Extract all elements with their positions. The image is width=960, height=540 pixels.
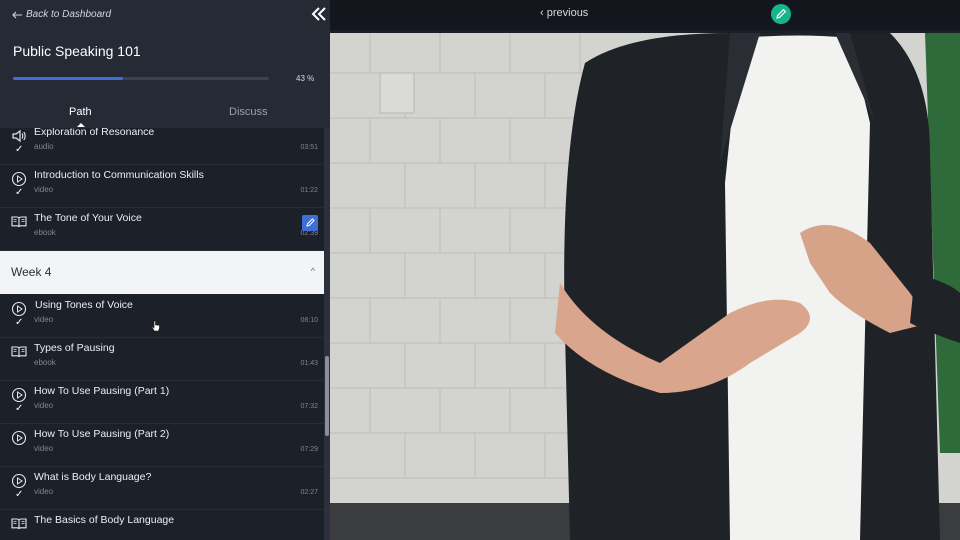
- video-player[interactable]: [330, 33, 960, 540]
- lesson-type: video: [34, 444, 54, 453]
- collapse-caret-icon: ^: [310, 266, 315, 276]
- lesson-duration: 07:32: [300, 403, 318, 410]
- back-label: Back to Dashboard: [26, 9, 112, 20]
- play-icon: [11, 301, 27, 317]
- pencil-icon: [776, 8, 787, 19]
- back-to-dashboard-link[interactable]: Back to Dashboard: [12, 9, 111, 20]
- lesson-item-how-to-use-pausing-part-1[interactable]: ✓ How To Use Pausing (Part 1) video 07:3…: [0, 381, 324, 424]
- book-icon: [11, 346, 27, 358]
- lesson-item-exploration-of-resonance[interactable]: ✓ Exploration of Resonance audio 03:51: [0, 128, 324, 165]
- lesson-duration: 08:10: [300, 317, 318, 324]
- play-icon: [11, 387, 27, 403]
- lesson-title: How To Use Pausing (Part 1): [34, 385, 170, 397]
- lesson-item-using-tones-of-voice[interactable]: ✓ Using Tones of Voice video 08:10: [0, 295, 324, 338]
- double-chevron-left-icon[interactable]: [311, 6, 327, 22]
- arrow-left-icon: [12, 11, 22, 18]
- lesson-title: Exploration of Resonance: [34, 128, 155, 138]
- check-icon: ✓: [15, 144, 24, 155]
- lesson-type: video: [34, 315, 54, 324]
- chevron-left-icon: ‹: [540, 7, 544, 19]
- play-icon: [11, 473, 27, 489]
- lesson-title: How To Use Pausing (Part 2): [34, 428, 170, 440]
- mouse-pointer-icon: [151, 320, 160, 332]
- lesson-title: What is Body Language?: [34, 471, 152, 483]
- video-frame: [330, 33, 960, 540]
- previous-button[interactable]: ‹ previous: [540, 7, 588, 19]
- book-icon: [11, 518, 27, 530]
- scrollbar-thumb[interactable]: [325, 356, 329, 436]
- week-4-header[interactable]: Week 4 ^: [0, 251, 324, 294]
- play-icon: [11, 171, 27, 187]
- player-toolbar: ‹ previous: [330, 0, 960, 30]
- week-label: Week 4: [11, 265, 52, 279]
- check-icon: ✓: [15, 317, 24, 328]
- tab-path[interactable]: Path: [69, 106, 92, 118]
- lesson-type: video: [34, 487, 54, 496]
- lesson-title: The Tone of Your Voice: [34, 212, 142, 224]
- lesson-title: Using Tones of Voice: [35, 299, 133, 311]
- play-icon: [11, 430, 27, 446]
- book-icon: [11, 216, 27, 228]
- lesson-duration: 02:39: [300, 230, 318, 237]
- course-progress-bar: [13, 77, 269, 80]
- check-icon: ✓: [15, 489, 24, 500]
- lesson-item-what-is-body-language[interactable]: ✓ What is Body Language? video 02:27: [0, 467, 324, 510]
- lesson-item-the-tone-of-your-voice[interactable]: The Tone of Your Voice ebook 02:39: [0, 208, 324, 251]
- lesson-type: ebook: [34, 358, 56, 367]
- lesson-type: video: [34, 401, 54, 410]
- lesson-duration: 01:43: [300, 360, 318, 367]
- lesson-type: ebook: [34, 228, 56, 237]
- lesson-duration: 07:29: [300, 446, 318, 453]
- lesson-list: ✓ Exploration of Resonance audio 03:51 ✓…: [0, 128, 324, 540]
- previous-label: previous: [546, 7, 589, 19]
- course-progress-text: 43 %: [296, 74, 315, 83]
- active-tab-indicator: [77, 123, 85, 127]
- course-title: Public Speaking 101: [13, 43, 141, 59]
- sidebar-header: Back to Dashboard Public Speaking 101 43…: [0, 0, 330, 128]
- lesson-type: video: [34, 185, 54, 194]
- lesson-title: Introduction to Communication Skills: [34, 169, 204, 181]
- check-icon: ✓: [15, 187, 24, 198]
- course-sidebar: Back to Dashboard Public Speaking 101 43…: [0, 0, 330, 540]
- tab-discuss[interactable]: Discuss: [229, 106, 268, 118]
- speaker-icon: [12, 129, 26, 143]
- lesson-duration: 01:22: [300, 187, 318, 194]
- edit-notes-button[interactable]: [771, 4, 791, 24]
- lesson-item-the-basics-of-body-language[interactable]: The Basics of Body Language: [0, 510, 324, 540]
- lesson-title: The Basics of Body Language: [34, 514, 175, 526]
- lesson-edit-button[interactable]: [302, 215, 318, 231]
- pencil-icon: [306, 218, 315, 227]
- lesson-item-how-to-use-pausing-part-2[interactable]: How To Use Pausing (Part 2) video 07:29: [0, 424, 324, 467]
- lesson-type: audio: [34, 142, 54, 151]
- course-progress-fill: [13, 77, 124, 80]
- lesson-title: Types of Pausing: [34, 342, 115, 354]
- lesson-duration: 02:27: [300, 489, 318, 496]
- check-icon: ✓: [15, 403, 24, 414]
- sidebar-tabs: Path Discuss: [0, 98, 330, 128]
- lesson-item-types-of-pausing[interactable]: Types of Pausing ebook 01:43: [0, 338, 324, 381]
- lesson-item-introduction-to-communication-skills[interactable]: ✓ Introduction to Communication Skills v…: [0, 165, 324, 208]
- lesson-duration: 03:51: [300, 144, 318, 151]
